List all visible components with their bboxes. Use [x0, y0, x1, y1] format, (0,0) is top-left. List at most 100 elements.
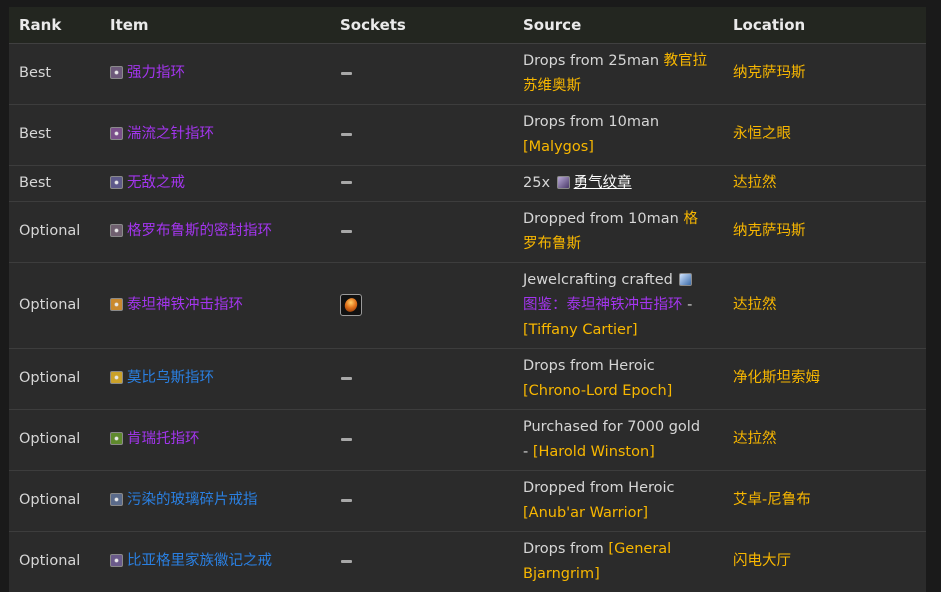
sockets-cell [330, 262, 513, 349]
rank-cell: Optional [9, 262, 100, 349]
ring-icon[interactable] [110, 554, 123, 567]
table-row: Optional 莫比乌斯指环 Drops from Heroic [Chrono-… [9, 348, 926, 410]
column-header-location[interactable]: Location [723, 7, 926, 44]
location-link[interactable]: 纳克萨玛斯 [723, 201, 926, 263]
source-link[interactable]: [Tiffany Cartier] [523, 322, 638, 338]
item-cell: 无敌之戒 [100, 165, 330, 202]
source-cell: 25x 勇气纹章 [513, 165, 723, 202]
location-link[interactable]: 艾卓-尼鲁布 [723, 470, 926, 532]
table-row: Best 湍流之针指环 Drops from 10man [Malygos] 永恒之眼 [9, 104, 926, 166]
ring-icon[interactable] [110, 297, 123, 311]
item-cell: 莫比乌斯指环 [100, 348, 330, 410]
item-link[interactable]: 比亚格里家族徽记之戒 [127, 553, 272, 569]
no-sockets-dash-icon [341, 498, 352, 502]
source-text: Dropped from Heroic [523, 479, 675, 496]
item-link[interactable]: 莫比乌斯指环 [127, 370, 214, 386]
table-header-row: Rank Item Sockets Source Location [9, 7, 926, 44]
location-link[interactable]: 达拉然 [723, 262, 926, 349]
rank-cell: Optional [9, 470, 100, 532]
source-cell: Dropped from Heroic [Anub'ar Warrior] [513, 470, 723, 532]
orange-gem-icon [342, 295, 360, 314]
sockets-cell [330, 470, 513, 532]
source-link[interactable]: [Chrono-Lord Epoch] [523, 383, 672, 399]
emblem-icon[interactable] [556, 175, 570, 189]
no-sockets-dash-icon [341, 559, 352, 563]
item-link[interactable]: 格罗布鲁斯的密封指环 [127, 223, 272, 239]
rank-cell: Optional [9, 409, 100, 471]
ring-icon[interactable] [110, 175, 123, 189]
item-link[interactable]: 无敌之戒 [127, 175, 185, 191]
source-link[interactable]: [Harold Winston] [533, 444, 655, 460]
source-text: Drops from 10man [523, 113, 660, 130]
table-body: Best 强力指环 Drops from 25man 教官拉苏维奥斯 纳克萨玛斯 Bes… [9, 43, 926, 592]
ring-icon[interactable] [110, 66, 123, 79]
table-row: Best 强力指环 Drops from 25man 教官拉苏维奥斯 纳克萨玛斯 [9, 43, 926, 105]
item-link[interactable]: 强力指环 [127, 65, 185, 81]
sockets-cell [330, 104, 513, 166]
item-cell: 比亚格里家族徽记之戒 [100, 531, 330, 592]
ring-icon[interactable] [110, 127, 123, 140]
sockets-cell [330, 43, 513, 105]
ring-icon[interactable] [110, 432, 123, 445]
column-header-sockets[interactable]: Sockets [330, 7, 513, 44]
item-cell: 肯瑞托指环 [100, 409, 330, 471]
gem-socket-icon[interactable] [340, 293, 362, 316]
sockets-cell [330, 348, 513, 410]
table-row: Best 无敌之戒 25x 勇气纹章 达拉然 [9, 165, 926, 202]
no-sockets-dash-icon [341, 376, 352, 380]
table-row: Optional 格罗布鲁斯的密封指环 Dropped from 10man 格罗布… [9, 201, 926, 263]
source-text: Drops from Heroic [523, 357, 655, 374]
sockets-cell [330, 409, 513, 471]
item-link[interactable]: 肯瑞托指环 [127, 431, 200, 447]
item-link[interactable]: 泰坦神铁冲击指环 [127, 297, 243, 313]
rank-cell: Optional [9, 348, 100, 410]
rank-cell: Best [9, 43, 100, 105]
column-header-item[interactable]: Item [100, 7, 330, 44]
source-link[interactable]: [Malygos] [523, 139, 594, 155]
rank-cell: Optional [9, 531, 100, 592]
item-cell: 格罗布鲁斯的密封指环 [100, 201, 330, 263]
no-sockets-dash-icon [341, 71, 352, 75]
item-link[interactable]: 污染的玻璃碎片戒指 [127, 492, 258, 508]
column-header-source[interactable]: Source [513, 7, 723, 44]
location-link[interactable]: 纳克萨玛斯 [723, 43, 926, 105]
source-text: 25x [523, 174, 555, 191]
location-link[interactable]: 永恒之眼 [723, 104, 926, 166]
recipe-icon[interactable] [679, 272, 693, 286]
rank-cell: Best [9, 104, 100, 166]
no-sockets-dash-icon [341, 437, 352, 441]
source-link[interactable]: 图鉴：泰坦神铁冲击指环 [523, 297, 683, 313]
source-link[interactable]: [Anub'ar Warrior] [523, 505, 648, 521]
table-row: Optional 泰坦神铁冲击指环 Jewelcrafting crafted 图鉴… [9, 262, 926, 349]
no-sockets-dash-icon [341, 229, 352, 233]
ring-icon[interactable] [110, 224, 123, 237]
table-row: Optional 污染的玻璃碎片戒指 Dropped from Heroic [An… [9, 470, 926, 532]
item-link[interactable]: 湍流之针指环 [127, 126, 214, 142]
source-text: Jewelcrafting crafted [523, 271, 678, 288]
source-cell: Drops from 25man 教官拉苏维奥斯 [513, 43, 723, 105]
no-sockets-dash-icon [341, 132, 352, 136]
loot-table-panel: Rank Item Sockets Source Location Best 强力… [9, 7, 926, 592]
ring-icon[interactable] [110, 371, 123, 384]
no-sockets-dash-icon [341, 181, 352, 184]
location-link[interactable]: 闪电大厅 [723, 531, 926, 592]
source-text: Dropped from 10man [523, 210, 684, 227]
source-cell: Purchased for 7000 gold - [Harold Winsto… [513, 409, 723, 471]
location-link[interactable]: 达拉然 [723, 165, 926, 202]
item-cell: 污染的玻璃碎片戒指 [100, 470, 330, 532]
source-link[interactable]: 勇气纹章 [574, 175, 632, 191]
rank-cell: Optional [9, 201, 100, 263]
item-cell: 湍流之针指环 [100, 104, 330, 166]
loot-table: Rank Item Sockets Source Location Best 强力… [9, 7, 926, 592]
location-link[interactable]: 达拉然 [723, 409, 926, 471]
source-cell: Drops from [General Bjarngrim] [513, 531, 723, 592]
source-text: - [682, 296, 693, 313]
source-cell: Drops from Heroic [Chrono-Lord Epoch] [513, 348, 723, 410]
ring-icon[interactable] [110, 493, 123, 506]
source-text: Drops from [523, 540, 609, 557]
item-cell: 泰坦神铁冲击指环 [100, 262, 330, 349]
location-link[interactable]: 净化斯坦索姆 [723, 348, 926, 410]
source-cell: Jewelcrafting crafted 图鉴：泰坦神铁冲击指环 - [Tif… [513, 262, 723, 349]
source-cell: Dropped from 10man 格罗布鲁斯 [513, 201, 723, 263]
column-header-rank[interactable]: Rank [9, 7, 100, 44]
